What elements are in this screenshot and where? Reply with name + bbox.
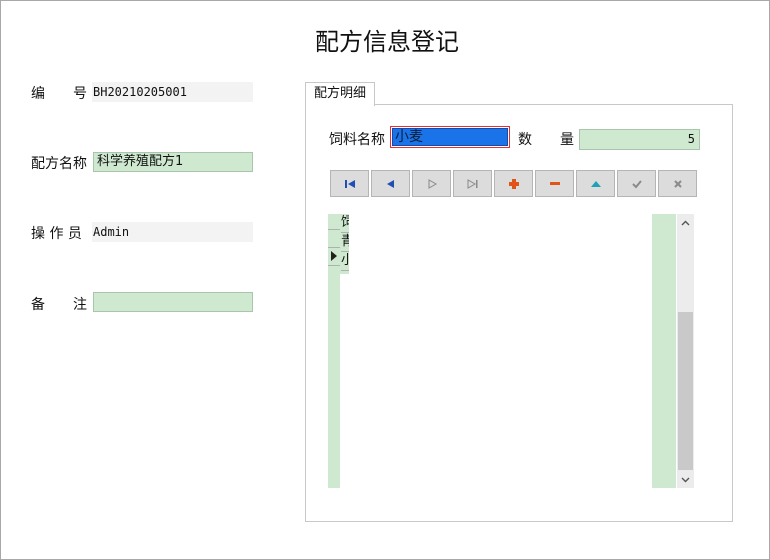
scroll-down-icon[interactable] — [677, 471, 694, 488]
grid-right-column — [652, 214, 676, 488]
page-title: 配方信息登记 — [315, 28, 459, 56]
code-label: 编 号 — [31, 86, 87, 102]
up-triangle-icon — [590, 180, 601, 187]
feed-name-label: 饲料名称 — [329, 132, 385, 148]
grid-divider — [328, 229, 340, 230]
current-row-arrow-icon — [331, 251, 337, 261]
scroll-up-icon[interactable] — [677, 214, 694, 231]
formula-name-label: 配方名称 — [31, 156, 87, 172]
vertical-scrollbar[interactable] — [677, 214, 694, 488]
code-field: BH20210205001 — [92, 82, 253, 102]
post-record-button[interactable] — [617, 170, 656, 197]
cross-icon — [673, 179, 682, 188]
grid-divider — [328, 265, 340, 266]
detail-grid[interactable]: 饲 青 小 — [328, 214, 694, 488]
first-record-button[interactable] — [330, 170, 369, 197]
next-record-button[interactable] — [412, 170, 451, 197]
remark-input[interactable] — [93, 292, 253, 312]
operator-field: Admin — [92, 222, 253, 242]
remark-label: 备 注 — [31, 297, 87, 313]
last-record-button[interactable] — [453, 170, 492, 197]
feed-name-input[interactable]: 小麦 — [390, 126, 510, 148]
formula-name-input[interactable]: 科学养殖配方1 — [93, 152, 253, 172]
insert-record-button[interactable] — [494, 170, 533, 197]
check-icon — [631, 179, 642, 188]
grid-row[interactable]: 青 — [341, 233, 349, 252]
operator-label: 操 作 员 — [31, 226, 82, 242]
scrollbar-thumb[interactable] — [678, 312, 693, 470]
minus-icon — [549, 181, 560, 185]
tab-formula-detail[interactable]: 配方明细 — [305, 82, 375, 106]
last-icon — [467, 178, 477, 189]
next-icon — [428, 178, 437, 189]
prior-icon — [386, 179, 394, 188]
plus-icon — [508, 178, 519, 189]
first-icon — [344, 179, 355, 188]
edit-record-button[interactable] — [576, 170, 615, 197]
delete-record-button[interactable] — [535, 170, 574, 197]
quantity-input[interactable]: 5 — [579, 129, 700, 150]
quantity-label: 数 量 — [518, 132, 574, 148]
grid-header[interactable]: 饲 — [341, 214, 349, 233]
feed-name-value: 小麦 — [392, 128, 508, 146]
prior-record-button[interactable] — [371, 170, 410, 197]
grid-divider — [328, 247, 340, 248]
cancel-record-button[interactable] — [658, 170, 697, 197]
grid-row[interactable]: 小 — [341, 252, 349, 271]
